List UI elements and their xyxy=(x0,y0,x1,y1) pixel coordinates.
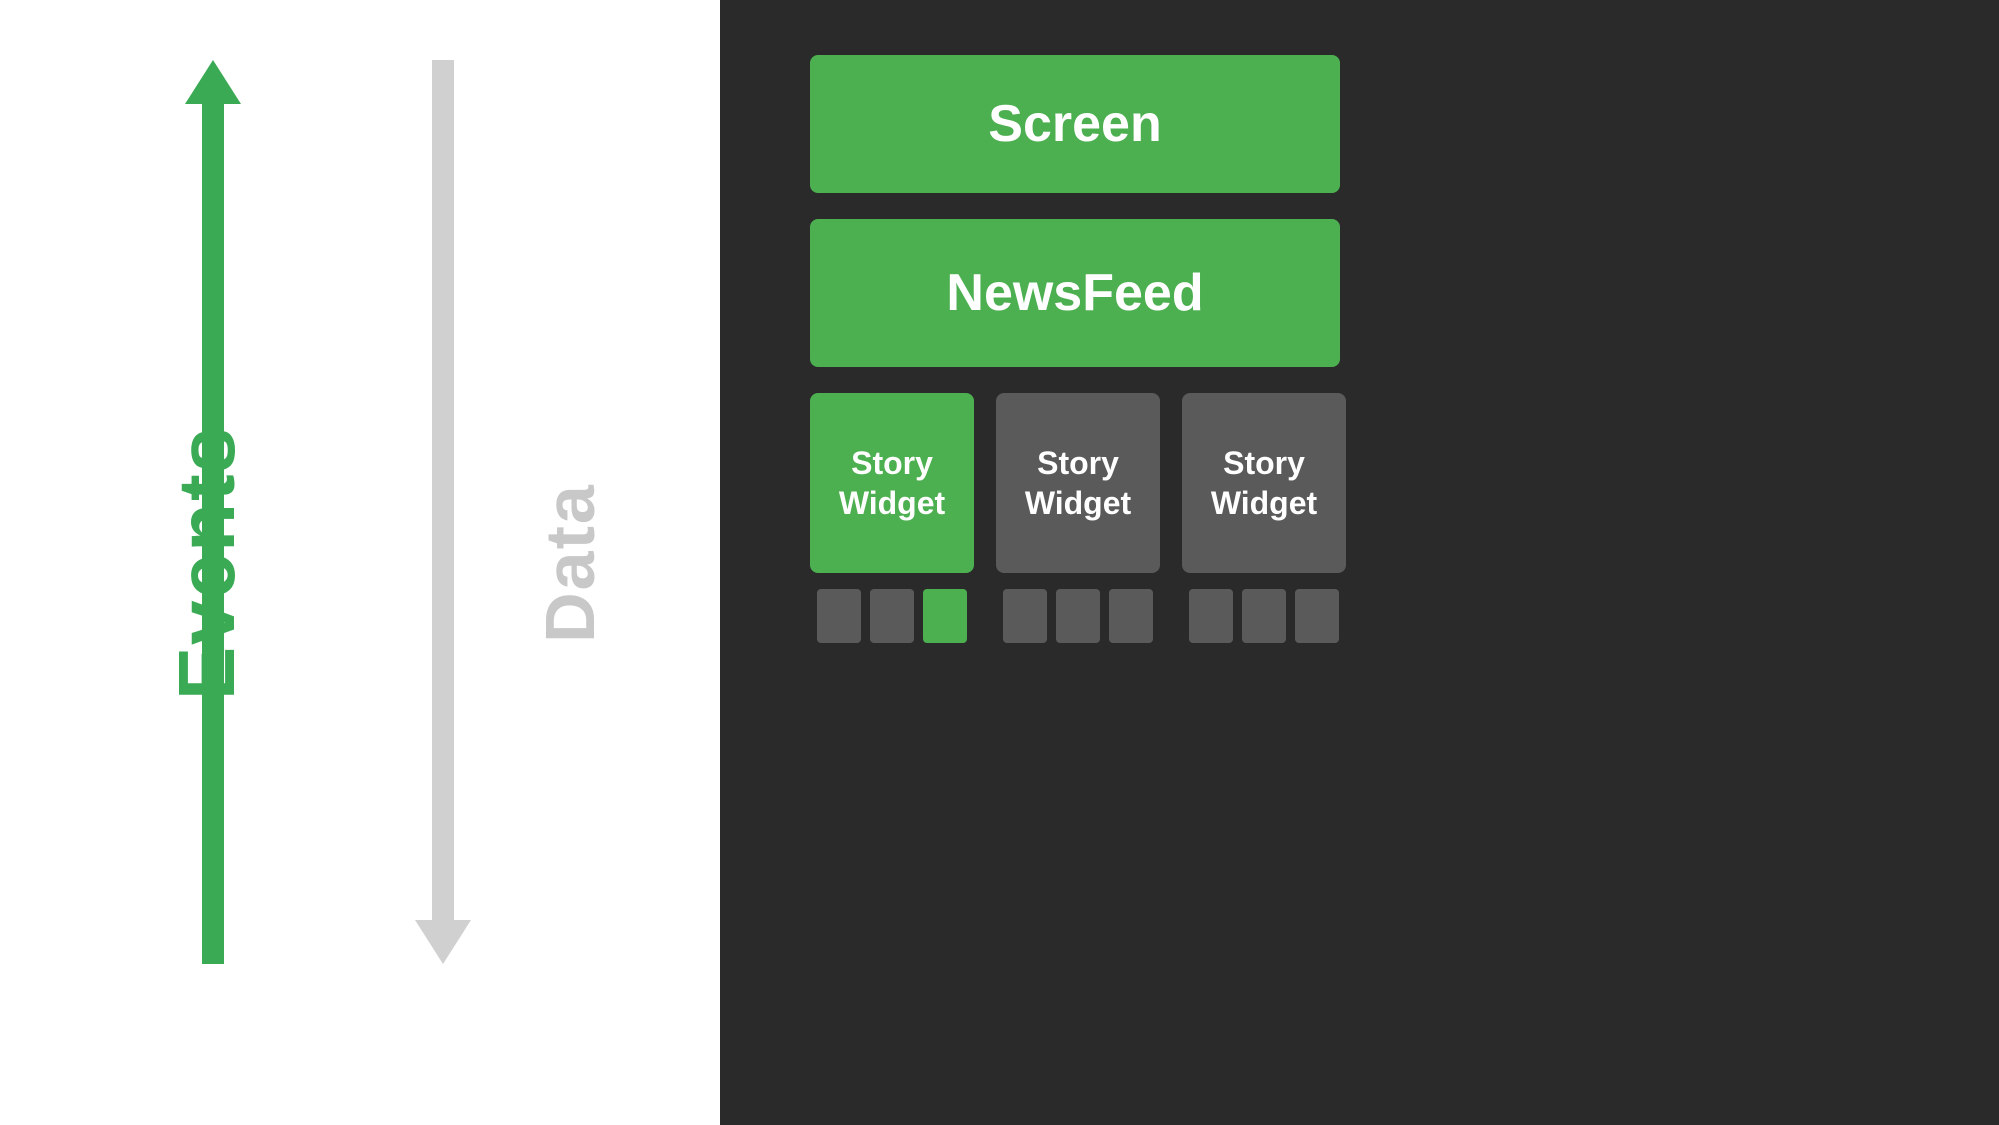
bottom-section: StoryWidget StoryWidget StoryWidget xyxy=(810,393,1939,643)
screen-block: Screen xyxy=(810,55,1340,193)
data-label: Data xyxy=(530,483,610,643)
top-blocks: Screen NewsFeed xyxy=(810,55,1939,367)
sub-group-3 xyxy=(1182,589,1346,643)
events-arrow xyxy=(185,60,241,964)
story-widgets-row: StoryWidget StoryWidget StoryWidget xyxy=(810,393,1939,573)
sub-item-1-1 xyxy=(817,589,861,643)
sub-group-2 xyxy=(996,589,1160,643)
sub-item-2-2 xyxy=(1056,589,1100,643)
data-arrowhead xyxy=(415,920,471,964)
data-arrow-line xyxy=(432,60,454,920)
events-arrowhead xyxy=(185,60,241,104)
story-widget-2: StoryWidget xyxy=(996,393,1160,573)
sub-item-2-1 xyxy=(1003,589,1047,643)
sub-item-3-1 xyxy=(1189,589,1233,643)
sub-item-3-3 xyxy=(1295,589,1339,643)
events-arrow-line xyxy=(202,104,224,964)
sub-items-row xyxy=(810,589,1939,643)
sub-item-3-2 xyxy=(1242,589,1286,643)
screen-label: Screen xyxy=(988,94,1161,154)
sub-item-1-2 xyxy=(870,589,914,643)
sub-item-2-3 xyxy=(1109,589,1153,643)
story-widget-3-label: StoryWidget xyxy=(1211,443,1317,523)
newsfeed-label: NewsFeed xyxy=(946,263,1203,323)
story-widget-1: StoryWidget xyxy=(810,393,974,573)
story-widget-1-label: StoryWidget xyxy=(839,443,945,523)
sub-item-1-3 xyxy=(923,589,967,643)
right-panel: Screen NewsFeed StoryWidget StoryWidget xyxy=(720,0,1999,1125)
newsfeed-block: NewsFeed xyxy=(810,219,1340,367)
main-container: Events Data Screen NewsFeed xyxy=(0,0,1999,1125)
left-panel: Events Data xyxy=(0,0,720,1125)
sub-group-1 xyxy=(810,589,974,643)
story-widget-2-label: StoryWidget xyxy=(1025,443,1131,523)
data-arrow xyxy=(415,60,471,964)
right-panel-inner: Screen NewsFeed StoryWidget StoryWidget xyxy=(810,55,1939,643)
story-widget-3: StoryWidget xyxy=(1182,393,1346,573)
